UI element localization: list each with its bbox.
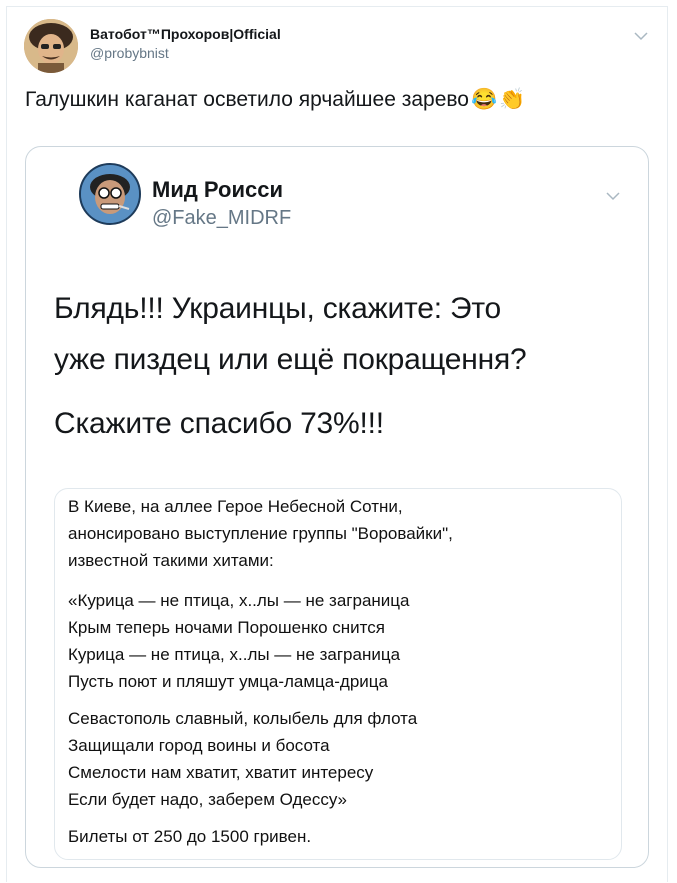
image-text-line: Защищали город воины и босота xyxy=(68,736,330,755)
author-name[interactable]: Ватобот™Прохоров|Official xyxy=(90,26,281,42)
chevron-down-icon[interactable] xyxy=(634,28,648,44)
face-with-tears-of-joy-icon: 😂 xyxy=(470,88,498,111)
tweet-text: Галушкин каганат осветило ярчайшее зарев… xyxy=(25,88,525,112)
tweet-text-content: Галушкин каганат осветило ярчайшее зарев… xyxy=(25,88,469,111)
image-text-line: Если будет надо, заберем Одессу» xyxy=(68,790,348,809)
quoted-text-line: Блядь!!! Украинцы, скажите: Это xyxy=(54,292,502,325)
image-text-line: анонсировано выступление группы "Воровай… xyxy=(68,524,453,543)
quoted-author-name[interactable]: Мид Роисси xyxy=(152,177,283,203)
image-text-line: Билеты от 250 до 1500 гривен. xyxy=(68,827,312,846)
clapping-hands-icon: 👏 xyxy=(499,88,526,111)
author-avatar[interactable] xyxy=(24,19,78,73)
image-text-line: Пусть поют и пляшут умца-ламца-дрица xyxy=(68,672,388,691)
image-text-line: «Курица — не птица, х..лы — не заграница xyxy=(68,591,410,610)
quoted-text-line: Скажите спасибо 73%!!! xyxy=(54,407,384,440)
image-text-line: Крым теперь ночами Порошенко снится xyxy=(68,618,385,637)
quoted-author-avatar[interactable] xyxy=(79,163,141,225)
image-text-line: Севастополь славный, колыбель для флота xyxy=(68,709,418,728)
image-text-line: Смелости нам хватит, хватит интересу xyxy=(68,763,374,782)
image-text-line: В Киеве, на аллее Герое Небесной Сотни, xyxy=(68,497,403,516)
author-handle[interactable]: @probybnist xyxy=(90,45,169,61)
image-text-line: известной такими хитами: xyxy=(68,551,274,570)
quoted-author-handle[interactable]: @Fake_MIDRF xyxy=(152,207,291,230)
image-text-line: Курица — не птица, х..лы — не заграница xyxy=(68,645,401,664)
chevron-down-icon[interactable] xyxy=(606,188,620,204)
quoted-text-line: уже пиздец или ещё покращення? xyxy=(54,343,527,376)
